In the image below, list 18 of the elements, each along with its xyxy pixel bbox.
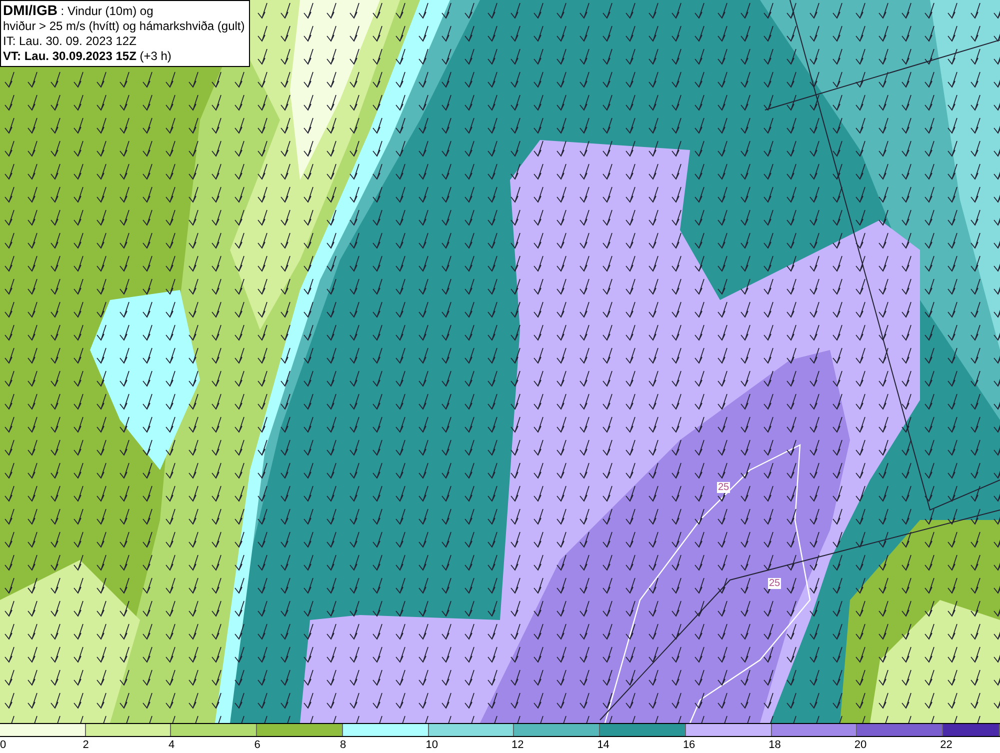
info-text: DMI/IGB : Vindur (10m) og [3,3,154,19]
contour-label: 25 [717,482,730,493]
legend-label: 6 [254,738,260,753]
legend-label: 22 [940,738,952,753]
info-text: IT: Lau. 30. 09. 2023 12Z [3,34,138,49]
legend-label: 8 [340,738,346,753]
legend-label: 0 [0,738,6,753]
contour-label: 25 [768,578,782,589]
legend-label: 2 [82,738,89,753]
legend-label: 16 [682,738,696,753]
legend-label: 20 [854,738,867,753]
info-text: hviður > 25 m/s (hvítt) og hámarkshviða (gult) [3,19,245,34]
legend-label: 18 [768,738,781,753]
legend-label: 4 [168,738,175,753]
info-text: VT: Lau. 30.09.2023 15Z (+3 h) [3,49,172,64]
legend-label: 14 [597,738,610,753]
legend-label: 12 [511,738,524,753]
legend-label: 10 [426,738,438,753]
